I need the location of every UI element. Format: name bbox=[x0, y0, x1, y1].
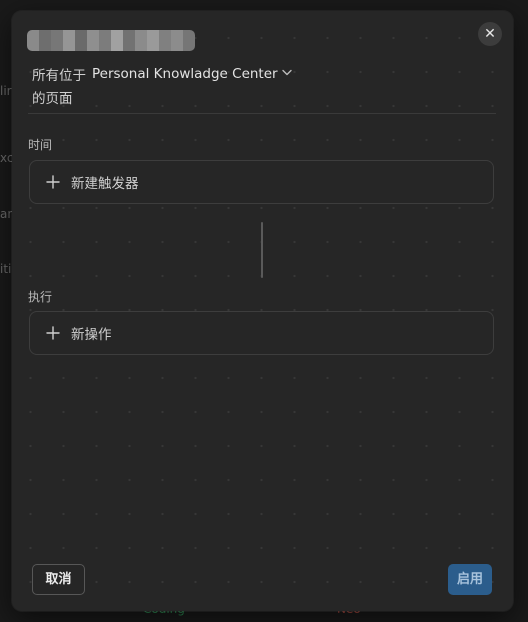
flow-connector bbox=[261, 222, 263, 278]
trigger-section-label: 时间 bbox=[28, 138, 53, 152]
automation-dialog: ✕ 所有位于 Personal Knowladge Center 的页面 时间 bbox=[12, 11, 513, 611]
workspace-dropdown[interactable]: Personal Knowladge Center bbox=[92, 66, 292, 82]
add-trigger-button[interactable]: 新建触发器 bbox=[29, 160, 494, 204]
scope-suffix: 的页面 bbox=[32, 91, 73, 107]
plus-icon bbox=[45, 172, 61, 192]
close-icon[interactable]: ✕ bbox=[478, 22, 502, 46]
header-divider bbox=[28, 113, 496, 114]
plus-icon bbox=[45, 323, 61, 343]
cancel-button[interactable]: 取消 bbox=[32, 564, 85, 595]
scope-selector: 所有位于 Personal Knowladge Center bbox=[32, 64, 292, 84]
chevron-down-icon bbox=[281, 69, 292, 79]
background-text-fragment: lir bbox=[0, 84, 12, 98]
add-action-button[interactable]: 新操作 bbox=[29, 311, 494, 355]
enable-button[interactable]: 启用 bbox=[448, 564, 492, 595]
redacted-title bbox=[27, 30, 195, 51]
scope-prefix: 所有位于 bbox=[32, 68, 86, 84]
add-trigger-label: 新建触发器 bbox=[71, 176, 139, 192]
action-section-label: 执行 bbox=[28, 290, 53, 304]
workspace-name: Personal Knowladge Center bbox=[92, 66, 278, 82]
add-action-label: 新操作 bbox=[71, 327, 112, 343]
